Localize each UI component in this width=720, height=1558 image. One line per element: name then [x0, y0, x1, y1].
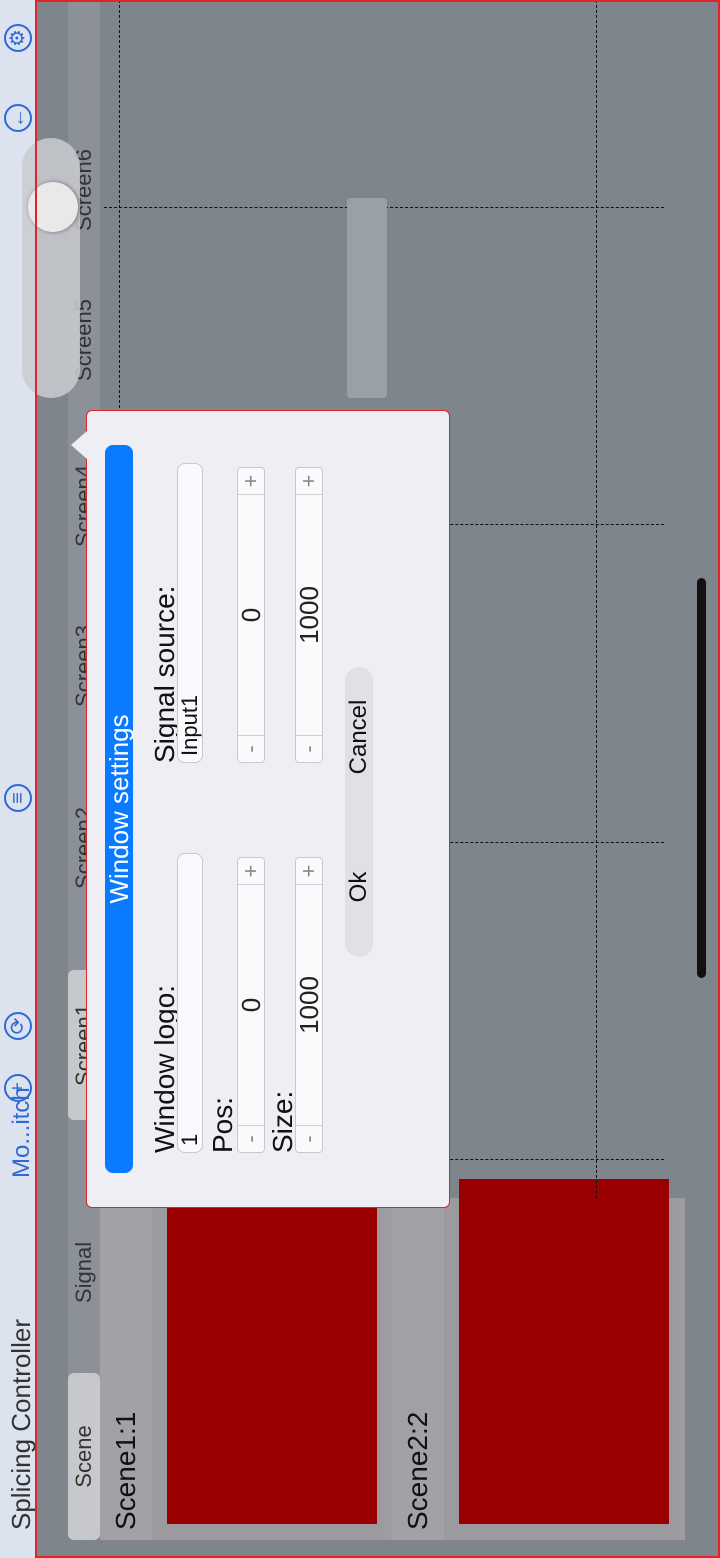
size-w-stepper[interactable]: - 1000 +: [293, 857, 324, 1153]
app-title: Splicing Controller: [6, 1319, 36, 1530]
signal-source-input[interactable]: Input1: [177, 463, 203, 763]
scene-thumbnail[interactable]: [167, 1179, 377, 1524]
decrement-button[interactable]: -: [238, 735, 264, 762]
tab-signal[interactable]: Signal: [68, 1225, 100, 1320]
increment-button[interactable]: +: [238, 858, 264, 885]
cancel-button[interactable]: Cancel: [345, 667, 373, 807]
increment-button[interactable]: +: [296, 858, 322, 885]
home-indicator: [697, 578, 706, 978]
grid-line: [596, 0, 597, 1198]
dialog-pointer: [71, 431, 87, 459]
scene-title: Scene1:1: [100, 1198, 152, 1540]
pos-label: Pos:: [207, 1096, 238, 1153]
size-h-value: 1000: [293, 586, 324, 644]
settings-icon[interactable]: ⚙: [4, 24, 32, 52]
zoom-slider-track[interactable]: [22, 138, 80, 398]
pos-y-stepper[interactable]: - 0 +: [235, 467, 266, 763]
size-w-value: 1000: [293, 976, 324, 1034]
app-root: Splicing Controller Mo...itch + ⟳ ≡ ← ⚙ …: [0, 0, 720, 1558]
refresh-icon[interactable]: ⟳: [4, 1012, 32, 1040]
scene-title: Scene2:2: [392, 1198, 444, 1540]
size-h-stepper[interactable]: - 1000 +: [293, 467, 324, 763]
tab-scene[interactable]: Scene: [68, 1373, 100, 1540]
add-icon[interactable]: +: [4, 1074, 32, 1102]
pos-x-value: 0: [235, 997, 266, 1013]
decrement-button[interactable]: -: [238, 1125, 264, 1152]
zoom-slider-thumb[interactable]: [28, 182, 78, 232]
decrement-button[interactable]: -: [296, 1125, 322, 1152]
scene-thumbnail[interactable]: [459, 1179, 669, 1524]
pos-y-value: 0: [235, 607, 266, 623]
ok-button[interactable]: Ok: [345, 817, 373, 957]
window-logo-input[interactable]: 1: [177, 853, 203, 1153]
back-icon[interactable]: ←: [4, 104, 32, 132]
menu-icon[interactable]: ≡: [4, 784, 32, 812]
increment-button[interactable]: +: [296, 468, 322, 495]
pos-x-stepper[interactable]: - 0 +: [235, 857, 266, 1153]
scene-list: Scene1:1 Scene2:2: [100, 1179, 685, 1540]
landscape-view: Splicing Controller Mo...itch + ⟳ ≡ ← ⚙ …: [0, 0, 720, 1558]
scene-card[interactable]: Scene2:2: [392, 1179, 674, 1540]
scene-card[interactable]: Scene1:1: [100, 1179, 382, 1540]
dialog-title: Window settings: [104, 445, 134, 1173]
window-settings-dialog: Window settings Window logo: 1 Signal so…: [71, 410, 450, 1208]
decrement-button[interactable]: -: [296, 735, 322, 762]
dialog-button-row: Ok Cancel: [345, 667, 373, 957]
increment-button[interactable]: +: [238, 468, 264, 495]
scroll-rail[interactable]: [347, 198, 387, 398]
